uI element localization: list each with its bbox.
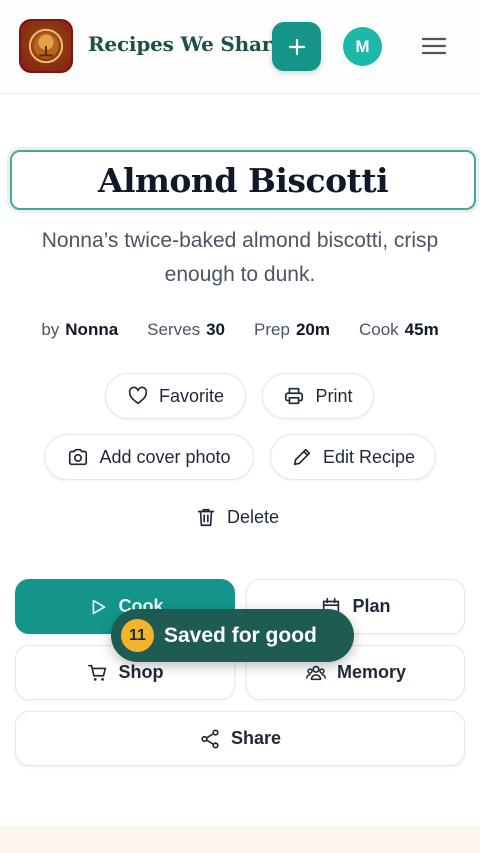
meta-serves: Serves 30 — [147, 320, 226, 339]
trash-icon — [197, 508, 215, 527]
share-button[interactable]: Share — [15, 711, 465, 766]
add-recipe-button[interactable] — [272, 22, 321, 71]
app-logo[interactable] — [19, 19, 73, 73]
printer-icon — [285, 387, 304, 405]
shopping-cart-icon — [87, 664, 106, 681]
meta-prep: Prep 20m — [254, 320, 330, 339]
play-icon — [92, 599, 105, 614]
people-icon — [306, 665, 326, 680]
heart-icon — [128, 386, 148, 405]
hamburger-menu-icon — [421, 37, 447, 55]
footer-strip — [0, 826, 480, 853]
recipe-meta: by Nonna Serves 30 Prep 20m Cook 45m — [0, 320, 480, 340]
print-button[interactable]: Print — [262, 373, 374, 419]
plus-icon — [288, 38, 305, 55]
meta-author: by Nonna — [41, 320, 119, 339]
user-avatar[interactable]: M — [343, 27, 382, 66]
add-cover-photo-button[interactable]: Add cover photo — [44, 434, 254, 480]
brand-name[interactable]: Recipes We Share — [88, 32, 285, 56]
share-icon — [201, 728, 219, 749]
recipe-description: Nonna’s twice-baked almond biscotti, cri… — [41, 229, 439, 286]
meta-cook: Cook 45m — [358, 320, 439, 339]
toast-message: Saved for good — [164, 623, 317, 647]
app-header: Recipes We Share M — [0, 0, 480, 94]
edit-recipe-button[interactable]: Edit Recipe — [270, 434, 436, 480]
pencil-icon — [293, 448, 311, 466]
tree-logo-icon — [28, 28, 64, 64]
menu-button[interactable] — [418, 30, 450, 62]
favorite-button[interactable]: Favorite — [105, 373, 246, 419]
recipe-title-field[interactable]: Almond Biscotti — [10, 150, 476, 210]
toast-count-badge: 11 — [121, 619, 154, 652]
delete-button[interactable]: Delete — [195, 503, 279, 531]
saved-toast: 11 Saved for good — [111, 609, 354, 662]
camera-icon — [69, 448, 88, 466]
